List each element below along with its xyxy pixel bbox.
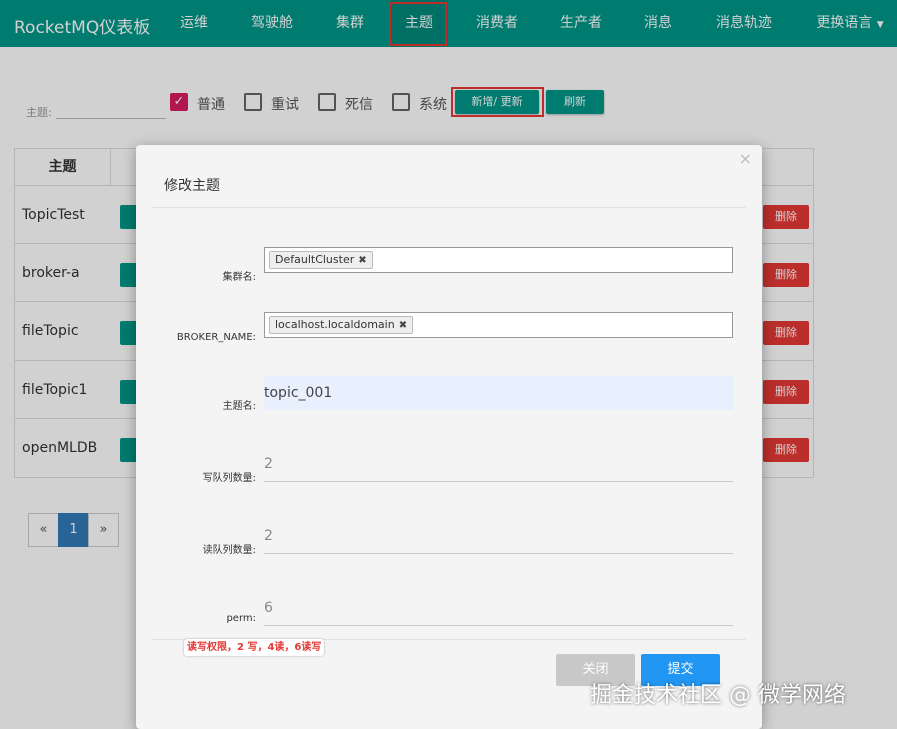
cluster-name-label: 集群名: <box>222 272 256 283</box>
cluster-tag-label: DefaultCluster <box>275 253 355 266</box>
remove-tag-icon[interactable]: ✖ <box>399 320 407 331</box>
perm-label: perm: <box>226 613 256 624</box>
modal-header-divider <box>152 207 746 208</box>
remove-tag-icon[interactable]: ✖ <box>358 255 366 266</box>
watermark: 掘金技术社区 @ 微学网络 <box>590 683 846 708</box>
edit-topic-modal: × 修改主题 集群名: DefaultCluster ✖ BROKER_NAME:… <box>136 145 762 729</box>
broker-tag: localhost.localdomain ✖ <box>269 316 414 334</box>
broker-name-select[interactable]: localhost.localdomain ✖ <box>264 312 733 338</box>
read-queue-label: 读队列数量: <box>202 545 256 556</box>
cluster-name-select[interactable]: DefaultCluster ✖ <box>264 247 733 273</box>
read-queue-input[interactable]: 2 <box>264 519 733 553</box>
perm-underline <box>264 625 733 626</box>
broker-name-label: BROKER_NAME: <box>176 332 256 343</box>
perm-input[interactable]: 6 <box>264 591 733 625</box>
write-queue-input[interactable]: 2 <box>264 447 733 481</box>
write-queue-label: 写队列数量: <box>202 473 256 484</box>
broker-tag-label: localhost.localdomain <box>275 318 395 331</box>
cluster-tag: DefaultCluster ✖ <box>269 251 373 269</box>
read-queue-underline <box>264 553 733 554</box>
modal-title: 修改主题 <box>164 178 220 194</box>
topic-name-input[interactable]: topic_001 <box>264 376 733 410</box>
topic-name-label: 主题名: <box>222 401 256 412</box>
write-queue-underline <box>264 481 733 482</box>
perm-annotation: 读写权限，2 写，4读，6读写 <box>184 639 325 656</box>
close-icon[interactable]: × <box>739 149 752 168</box>
